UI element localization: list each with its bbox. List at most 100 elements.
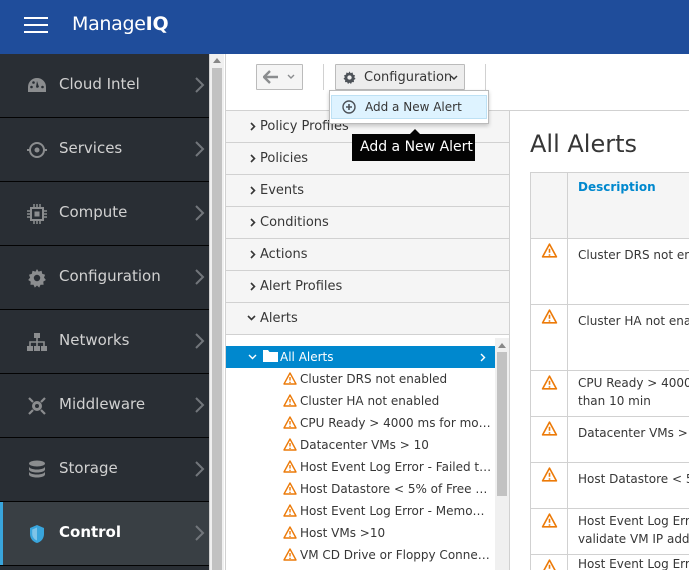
tree-node-alert[interactable]: Datacenter VMs > 10 (226, 434, 496, 456)
accordion-alerts[interactable]: Alerts (226, 303, 509, 335)
column-header-description[interactable]: Description (578, 178, 656, 196)
sidebar-item-label: Storage (59, 459, 118, 477)
sidebar-item-networks[interactable]: Networks (0, 310, 209, 374)
chevron-right-icon (195, 461, 205, 477)
sidebar-item-storage[interactable]: Storage (0, 438, 209, 502)
hamburger-menu-icon[interactable] (24, 17, 48, 35)
table-cell-icon (531, 509, 568, 554)
table-cell-icon (531, 463, 568, 508)
scroll-up-arrow-icon[interactable] (213, 58, 221, 63)
accordion-alert-profiles[interactable]: Alert Profiles (226, 271, 509, 303)
warning-icon (541, 421, 558, 436)
table-cell-description: Host Event Log Erro validate VM IP addre (578, 512, 689, 548)
arrow-left-icon (263, 70, 278, 84)
table-header-icon-cell (531, 173, 568, 238)
tree-node-alert[interactable]: Cluster HA not enabled (226, 390, 496, 412)
chevron-right-icon (250, 186, 256, 195)
database-icon (29, 460, 45, 478)
network-icon (27, 333, 47, 351)
table-row[interactable]: Host Event Log Erro validate VM IP addre (530, 509, 689, 555)
tree-node-all-alerts[interactable]: All Alerts (226, 346, 496, 368)
accordion-actions[interactable]: Actions (226, 239, 509, 271)
add-new-alert-menu-item[interactable]: Add a New Alert (331, 95, 487, 119)
sidebar-item-configuration[interactable]: Configuration (0, 246, 209, 310)
cpu-icon (27, 204, 47, 224)
warning-icon (543, 559, 556, 570)
chevron-right-icon (250, 122, 256, 131)
sidebar-item-services[interactable]: Services (0, 118, 209, 182)
description-line: Cluster HA not enab (578, 314, 689, 328)
tree-node-label: Datacenter VMs > 10 (300, 438, 429, 452)
description-line: validate VM IP addre (578, 532, 689, 546)
sidebar-item-control[interactable]: Control (0, 502, 209, 566)
scroll-up-arrow-icon[interactable] (498, 343, 506, 348)
chevron-right-icon (195, 269, 205, 285)
table-row[interactable]: Host Datastore < 5% (530, 463, 689, 509)
brand-logo[interactable]: ManageIQ (72, 13, 169, 35)
tree-node-label: Host Datastore < 5% of Free … (300, 482, 488, 496)
description-line: CPU Ready > 4000 m (578, 376, 689, 390)
sidebar-item-label: Cloud Intel (59, 75, 140, 93)
brand-name-bold: IQ (145, 13, 169, 35)
chevron-right-icon (250, 218, 256, 227)
chevron-down-icon (450, 75, 458, 80)
chevron-right-icon (250, 154, 256, 163)
accordion-label: Actions (260, 247, 308, 262)
sidebar-item-label: Services (59, 139, 123, 157)
dashboard-icon (28, 78, 46, 92)
tree-node-alert[interactable]: Host Datastore < 5% of Free … (226, 478, 496, 500)
scrollbar-thumb[interactable] (497, 352, 507, 496)
tree-scrollbar[interactable] (495, 338, 509, 570)
table-row[interactable]: Cluster DRS not ena (530, 239, 689, 305)
tree-node-alert[interactable]: CPU Ready > 4000 ms for mo… (226, 412, 496, 434)
table-cell-icon (531, 305, 568, 370)
configuration-button-label: Configuration (364, 70, 453, 85)
toolbar-divider (323, 64, 324, 90)
table-cell-description: Host Datastore < 5% (578, 470, 689, 488)
tree-node-label: Host Event Log Error - Memo… (300, 504, 485, 518)
sidebar-item-compute[interactable]: Compute (0, 182, 209, 246)
accordion-events[interactable]: Events (226, 175, 509, 207)
back-button[interactable] (256, 64, 303, 90)
plus-circle-icon (342, 100, 356, 114)
tree-node-alert[interactable]: VM CD Drive or Floppy Conne… (226, 544, 496, 566)
accordion-conditions[interactable]: Conditions (226, 207, 509, 239)
scrollbar-thumb[interactable] (212, 68, 222, 570)
sidebar-item-cloud-intel[interactable]: Cloud Intel (0, 54, 209, 118)
chevron-right-icon (195, 525, 205, 541)
add-new-alert-label: Add a New Alert (365, 100, 462, 114)
top-header: ManageIQ (0, 0, 689, 54)
warning-icon (283, 416, 297, 429)
tree-node-alert[interactable]: Host Event Log Error - Memo… (226, 500, 496, 522)
sidebar-item-label: Networks (59, 331, 130, 349)
configuration-button[interactable]: Configuration (335, 64, 465, 90)
warning-icon (283, 460, 297, 473)
accordion-label: Alert Profiles (260, 279, 343, 294)
table-row[interactable]: Cluster HA not enab (530, 305, 689, 371)
sidebar-item-middleware[interactable]: Middleware (0, 374, 209, 438)
tree-node-alert[interactable]: Host Event Log Error - Failed t… (226, 456, 496, 478)
table-row[interactable]: Host Event Log Erro (530, 555, 689, 570)
tree-node-label: Host VMs >10 (300, 526, 386, 540)
warning-icon (283, 372, 297, 385)
main-content: All Alerts Description Cluster DRS not e… (511, 111, 689, 570)
sidebar-scrollbar[interactable] (209, 54, 224, 570)
chevron-right-icon (195, 141, 205, 157)
warning-icon (541, 243, 558, 258)
description-line: Datacenter VMs > 10 (578, 426, 689, 440)
sidebar-nav: Cloud Intel Services Compute Configurati… (0, 54, 209, 570)
table-cell-icon (531, 371, 568, 416)
tree-node-label: Cluster HA not enabled (300, 394, 440, 408)
tree-node-alert[interactable]: Cluster DRS not enabled (226, 368, 496, 390)
table-row[interactable]: CPU Ready > 4000 m than 10 min (530, 371, 689, 417)
table-cell-description: Cluster HA not enab (578, 312, 689, 330)
middleware-icon (28, 397, 46, 415)
table-row[interactable]: Datacenter VMs > 10 (530, 417, 689, 463)
warning-icon (283, 482, 297, 495)
chevron-down-icon[interactable] (248, 354, 257, 360)
accordion-label: Events (260, 183, 305, 198)
configuration-dropdown-menu: Add a New Alert (329, 90, 489, 124)
gear-icon (343, 71, 356, 85)
tree-node-alert[interactable]: Host VMs >10 (226, 522, 496, 544)
chevron-right-icon (195, 77, 205, 93)
